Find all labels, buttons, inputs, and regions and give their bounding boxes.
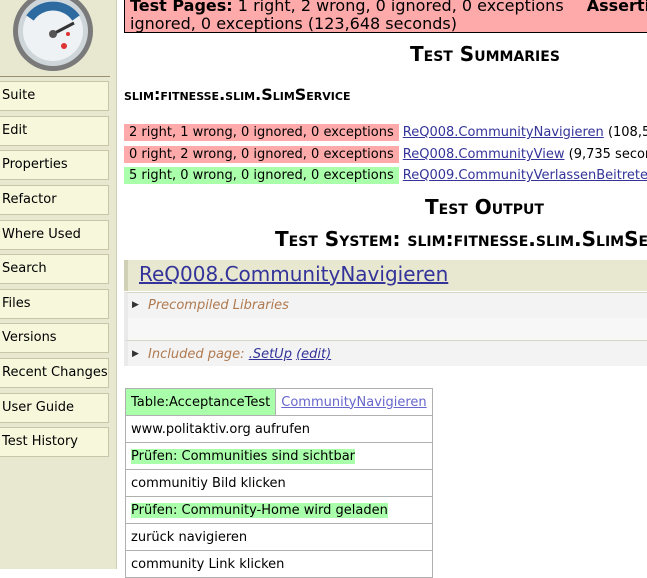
summary-link[interactable]: ReQ009.CommunityVerlassenBeitreten — [403, 168, 647, 183]
sidebar-item-versions[interactable]: Versions — [0, 323, 109, 353]
expand-triangle-icon[interactable]: ▶ — [132, 349, 148, 359]
acceptance-test-table: Table:AcceptanceTest CommunityNavigieren… — [124, 388, 433, 578]
summary-status: 2 right, 1 wrong, 0 ignored, 0 exception… — [124, 124, 399, 141]
summary-link[interactable]: ReQ008.CommunityView — [403, 147, 565, 162]
summary-time: (9,735 second — [568, 147, 647, 162]
table-cell-text: www.politaktiv.org aufrufen — [131, 421, 311, 437]
logo-divider — [0, 76, 110, 77]
test-pages-label: Test Pages: — [130, 0, 233, 15]
edit-link[interactable]: (edit) — [296, 347, 331, 362]
table-cell: www.politaktiv.org aufrufen — [125, 415, 433, 443]
test-summaries-heading: Test Summaries — [410, 42, 560, 66]
table-cell: Prüfen: Community-Home wird geladen — [125, 496, 433, 524]
included-page-label: Included page: — [148, 347, 245, 362]
sidebar-item-edit[interactable]: Edit — [0, 116, 109, 146]
table-cell: communitiy Bild klicken — [125, 469, 433, 497]
slim-service-heading: slim:fitnesse.slim.SlimService — [124, 85, 351, 104]
precompiled-libraries-title-row: ▶ Precompiled Libraries — [132, 298, 289, 313]
table-cell-text: Prüfen: Community-Home wird geladen — [131, 502, 388, 518]
sidebar-item-where-used[interactable]: Where Used — [0, 220, 109, 250]
main-content: Test Pages: 1 right, 2 wrong, 0 ignored,… — [124, 0, 647, 578]
sidebar-item-suite[interactable]: Suite — [0, 81, 109, 111]
sidebar-item-test-history[interactable]: Test History — [0, 427, 109, 457]
summary-line-2: ignored, 0 exceptions (123,648 seconds) — [130, 14, 457, 33]
test-output-heading: Test Output — [425, 195, 544, 219]
setup-link[interactable]: .SetUp — [249, 347, 292, 362]
section-spacer — [124, 318, 647, 340]
assertions-label: Assertio — [586, 0, 647, 15]
table-row: communitiy Bild klicken — [125, 469, 433, 497]
table-row: community Link klicken — [125, 550, 433, 578]
table-cell-text: Prüfen: Communities sind sichtbar — [131, 448, 356, 464]
sidebar-item-user-guide[interactable]: User Guide — [0, 393, 109, 423]
table-cell: community Link klicken — [125, 550, 433, 578]
summary-status: 0 right, 2 wrong, 0 ignored, 0 exception… — [124, 146, 399, 163]
summary-time: (108,591 — [607, 125, 647, 140]
table-fixture-link[interactable]: CommunityNavigieren — [281, 395, 426, 410]
table-cell-text: community Link klicken — [131, 556, 285, 572]
test-pages-value: 1 right, 2 wrong, 0 ignored, 0 exception… — [237, 0, 564, 15]
table-row: Prüfen: Community-Home wird geladen — [125, 496, 433, 524]
table-cell: zurück navigieren — [125, 523, 433, 551]
sidebar-item-recent-changes[interactable]: Recent Changes — [0, 358, 109, 388]
table-fixture-cell: Table:AcceptanceTest — [124, 388, 277, 416]
expand-triangle-icon[interactable]: ▶ — [132, 300, 148, 310]
sidebar: Suite Edit Properties Refactor Where Use… — [0, 0, 117, 569]
included-page-section[interactable]: ▶ Included page: .SetUp (edit) — [124, 340, 647, 366]
sidebar-item-properties[interactable]: Properties — [0, 150, 109, 180]
sidebar-item-search[interactable]: Search — [0, 254, 109, 284]
table-row: zurück navigieren — [125, 523, 433, 551]
test-page-link[interactable]: ReQ008.CommunityNavigieren — [139, 262, 448, 286]
summary-row: 2 right, 1 wrong, 0 ignored, 0 exception… — [124, 124, 647, 141]
sidebar-item-files[interactable]: Files — [0, 289, 109, 319]
table-fixture-arg: CommunityNavigieren — [275, 388, 433, 416]
table-cell: Prüfen: Communities sind sichtbar — [125, 442, 433, 470]
summary-row: 0 right, 2 wrong, 0 ignored, 0 exception… — [124, 146, 647, 163]
table-header-row: Table:AcceptanceTest CommunityNavigieren — [124, 388, 433, 416]
summary-row: 5 right, 0 wrong, 0 ignored, 0 exception… — [124, 167, 647, 184]
sidebar-item-refactor[interactable]: Refactor — [0, 185, 109, 215]
table-row: www.politaktiv.org aufrufen — [125, 415, 433, 443]
test-system-heading: Test System: slim:fitnesse.slim.SlimSe — [275, 227, 647, 251]
included-page-title-row: ▶ Included page: .SetUp (edit) — [132, 347, 331, 362]
table-row: Prüfen: Communities sind sichtbar — [125, 442, 433, 470]
summary-link[interactable]: ReQ008.CommunityNavigieren — [403, 125, 604, 140]
precompiled-libraries-title: Precompiled Libraries — [148, 298, 289, 313]
test-page-header: ReQ008.CommunityNavigieren — [124, 260, 647, 291]
table-cell-text: communitiy Bild klicken — [131, 475, 286, 491]
summary-status: 5 right, 0 wrong, 0 ignored, 0 exception… — [124, 167, 399, 184]
fitnesse-logo-icon[interactable] — [12, 0, 94, 72]
test-pages-summary: Test Pages: 1 right, 2 wrong, 0 ignored,… — [124, 0, 647, 33]
precompiled-libraries-section[interactable]: ▶ Precompiled Libraries — [124, 292, 647, 318]
table-cell-text: zurück navigieren — [131, 529, 248, 545]
